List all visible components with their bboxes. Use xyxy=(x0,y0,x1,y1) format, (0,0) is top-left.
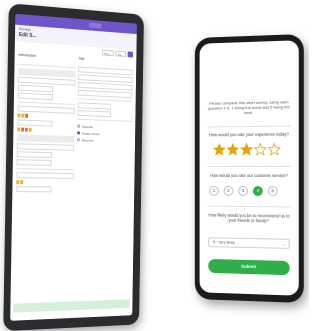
divider xyxy=(17,101,75,106)
form-right-column: Title Required Display survey Show title xyxy=(76,57,133,195)
text-field[interactable] xyxy=(77,89,133,99)
checkbox-label: Display survey xyxy=(81,131,100,136)
checkbox-icon[interactable] xyxy=(77,124,81,128)
survey-intro: Please complete this short survey, using… xyxy=(208,99,290,116)
phone-screen: Please complete this short survey, using… xyxy=(199,40,299,296)
scale-option-2[interactable]: 2 xyxy=(223,185,234,196)
question-1-label: How would you rate your experience today… xyxy=(208,131,289,138)
text-field[interactable] xyxy=(16,151,52,159)
star-filled-icon[interactable] xyxy=(240,142,253,156)
divider xyxy=(16,168,74,171)
text-field[interactable] xyxy=(17,105,75,114)
question-3-label: How likely would you be to recommend us … xyxy=(208,212,290,224)
scale-option-5[interactable]: 5 xyxy=(267,186,278,197)
left-column-heading: Introduction xyxy=(18,52,36,58)
color-pill[interactable] xyxy=(25,113,29,118)
text-field[interactable] xyxy=(17,119,53,127)
text-field[interactable] xyxy=(16,143,75,151)
text-field[interactable] xyxy=(17,84,53,93)
tablet-form: Introduction Title Required Display surv… xyxy=(12,51,136,197)
star-empty-icon[interactable] xyxy=(268,143,281,156)
color-pill-row xyxy=(17,127,74,133)
text-field[interactable] xyxy=(77,110,111,118)
color-pill[interactable] xyxy=(24,127,28,132)
top-bar-tab[interactable] xyxy=(88,22,102,29)
checkbox-icon[interactable] xyxy=(77,131,80,135)
divider xyxy=(207,165,291,168)
text-field[interactable] xyxy=(77,102,111,110)
section-header[interactable] xyxy=(17,134,75,143)
phone-device: Please complete this short survey, using… xyxy=(194,33,304,304)
color-pill-row xyxy=(16,180,73,185)
tablet-screen: Surveys Edit S... Pre... Sa... Introduct… xyxy=(10,13,137,321)
color-pill-row xyxy=(17,113,74,119)
preview-button[interactable]: Pre... xyxy=(101,49,114,56)
divider xyxy=(207,125,291,128)
checkbox-icon[interactable] xyxy=(77,138,80,142)
recommend-select[interactable]: 5 - Very likely ⌄ xyxy=(208,237,290,249)
checkbox-show-title[interactable]: Show title xyxy=(77,136,132,144)
scale-option-3[interactable]: 3 xyxy=(238,185,249,196)
color-pill[interactable] xyxy=(17,127,21,132)
star-filled-icon[interactable] xyxy=(227,143,240,156)
save-button[interactable]: Sa... xyxy=(115,50,126,57)
highlight-bar[interactable] xyxy=(13,299,130,313)
color-pill[interactable] xyxy=(20,180,24,185)
divider xyxy=(207,205,291,208)
star-empty-icon[interactable] xyxy=(254,143,267,156)
question-2-label: How would you rate our customer service? xyxy=(210,172,288,179)
text-field[interactable] xyxy=(16,159,52,166)
color-pill[interactable] xyxy=(28,127,32,132)
star-filled-icon[interactable] xyxy=(213,143,226,156)
color-pill[interactable] xyxy=(21,127,25,132)
submit-button[interactable]: Submit xyxy=(208,258,290,276)
scale-option-1[interactable]: 1 xyxy=(209,185,219,196)
color-pill[interactable] xyxy=(21,113,25,118)
star-rating[interactable] xyxy=(213,143,281,156)
more-button[interactable] xyxy=(127,50,133,58)
scale-option-4[interactable]: 4 xyxy=(252,186,263,197)
checkbox-label: Show title xyxy=(81,137,94,143)
divider xyxy=(77,118,132,122)
form-left-column: Introduction xyxy=(16,53,76,195)
text-field[interactable] xyxy=(16,186,51,193)
checkbox-label: Required xyxy=(81,124,93,129)
color-pill[interactable] xyxy=(17,113,21,118)
tablet-device: Surveys Edit S... Pre... Sa... Introduct… xyxy=(3,3,144,331)
chevron-down-icon: ⌄ xyxy=(282,241,286,247)
text-field[interactable] xyxy=(17,92,53,101)
color-pill[interactable] xyxy=(16,180,20,185)
select-value: 5 - Very likely xyxy=(213,240,235,245)
number-scale: 12345 xyxy=(209,185,278,197)
divider xyxy=(77,98,133,102)
mockup-stage: Surveys Edit S... Pre... Sa... Introduct… xyxy=(0,0,309,331)
text-field[interactable] xyxy=(16,172,74,179)
